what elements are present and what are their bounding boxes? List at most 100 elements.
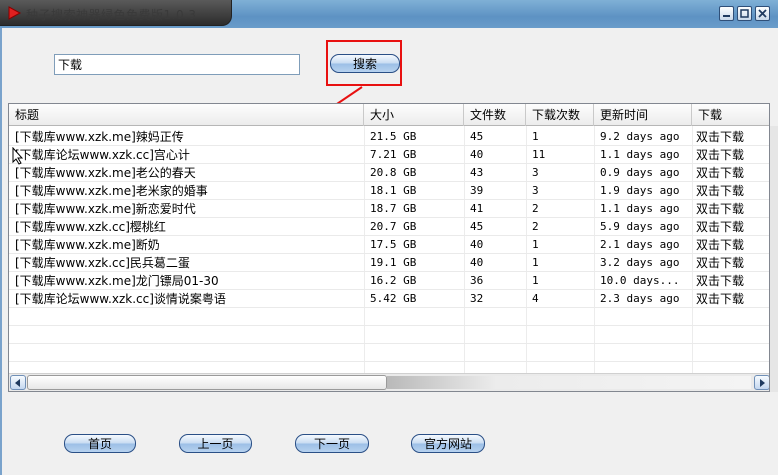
highlight-box xyxy=(326,40,402,86)
cell-updated: 0.9 days ago xyxy=(600,166,680,179)
cell-size: 18.1 GB xyxy=(370,184,417,197)
cell-updated: 10.0 days... xyxy=(600,274,680,287)
column-header-files[interactable]: 文件数 xyxy=(464,104,526,126)
cell-title: [下载库www.xzk.me]老米家的婚事 xyxy=(15,184,208,198)
cell-download-action[interactable]: 双击下载 xyxy=(692,182,769,200)
cell-download-action[interactable]: 双击下载 xyxy=(692,218,769,236)
cell-size: 17.5 GB xyxy=(370,238,417,251)
table-row[interactable]: [下载库www.xzk.me]老公的春天 20.8 GB 43 3 0.9 da… xyxy=(9,164,769,182)
cell-files: 43 xyxy=(470,166,484,179)
table-row[interactable]: [下载库www.xzk.me]龙门镖局01-30 16.2 GB 36 1 10… xyxy=(9,272,769,290)
scroll-thumb[interactable] xyxy=(27,375,387,390)
column-header-download[interactable]: 下载 xyxy=(692,104,769,126)
next-page-label: 下一页 xyxy=(313,437,350,451)
cell-downloads: 4 xyxy=(532,292,539,305)
prev-page-button[interactable]: 上一页 xyxy=(179,434,252,453)
cell-files: 40 xyxy=(470,148,484,161)
cell-updated: 1.9 days ago xyxy=(600,184,680,197)
minimize-button[interactable] xyxy=(719,6,734,21)
cell-downloads: 2 xyxy=(532,220,539,233)
cell-title: [下载库论坛www.xzk.cc]宫心计 xyxy=(15,148,190,162)
table-row[interactable]: [下载库www.xzk.me]新恋爱时代 18.7 GB 41 2 1.1 da… xyxy=(9,200,769,218)
cell-updated: 5.9 days ago xyxy=(600,220,680,233)
cell-files: 39 xyxy=(470,184,484,197)
official-site-label: 官方网站 xyxy=(423,437,472,451)
first-page-label: 首页 xyxy=(87,437,112,451)
cell-download-action[interactable]: 双击下载 xyxy=(692,164,769,182)
table-row[interactable]: [下载库www.xzk.me]老米家的婚事 18.1 GB 39 3 1.9 d… xyxy=(9,182,769,200)
column-header-size[interactable]: 大小 xyxy=(364,104,464,126)
title-bar: 种子搜索神器绿色免费版1.0.3 xyxy=(0,0,778,28)
column-header-downloads[interactable]: 下载次数 xyxy=(526,104,594,126)
cell-updated: 9.2 days ago xyxy=(600,130,680,143)
official-site-button[interactable]: 官方网站 xyxy=(411,434,485,453)
table-row[interactable]: [下载库论坛www.xzk.cc]谈情说案粤语 5.42 GB 32 4 2.3… xyxy=(9,290,769,308)
scroll-right-button[interactable] xyxy=(754,375,769,390)
scroll-left-button[interactable] xyxy=(10,375,26,390)
cell-downloads: 2 xyxy=(532,202,539,215)
close-button[interactable] xyxy=(755,6,770,21)
search-input[interactable] xyxy=(54,54,300,75)
maximize-button[interactable] xyxy=(737,6,752,21)
cell-downloads: 1 xyxy=(532,130,539,143)
column-header-title[interactable]: 标题 xyxy=(9,104,364,126)
cell-downloads: 3 xyxy=(532,166,539,179)
cell-title: [下载库www.xzk.cc]樱桃红 xyxy=(15,220,166,234)
table-row[interactable]: [下载库论坛www.xzk.cc]宫心计 7.21 GB 40 11 1.1 d… xyxy=(9,146,769,164)
table-row[interactable]: [下载库www.xzk.cc]民兵葛二蛋 19.1 GB 40 1 3.2 da… xyxy=(9,254,769,272)
cell-updated: 3.2 days ago xyxy=(600,256,680,269)
table-header: 标题 大小 文件数 下载次数 更新时间 下载 xyxy=(9,104,769,126)
horizontal-scrollbar[interactable] xyxy=(9,373,769,391)
empty-row xyxy=(9,308,769,326)
vertical-scrollbar[interactable] xyxy=(770,126,778,392)
column-header-updated[interactable]: 更新时间 xyxy=(594,104,692,126)
cell-updated: 2.1 days ago xyxy=(600,238,680,251)
cell-size: 21.5 GB xyxy=(370,130,417,143)
cell-files: 40 xyxy=(470,256,484,269)
cell-size: 16.2 GB xyxy=(370,274,417,287)
cell-size: 19.1 GB xyxy=(370,256,417,269)
cell-title: [下载库www.xzk.cc]民兵葛二蛋 xyxy=(15,256,190,270)
cell-download-action[interactable]: 双击下载 xyxy=(692,200,769,218)
cell-downloads: 3 xyxy=(532,184,539,197)
cell-download-action[interactable]: 双击下载 xyxy=(692,128,769,146)
cell-files: 32 xyxy=(470,292,484,305)
cell-title: [下载库www.xzk.me]老公的春天 xyxy=(15,166,196,180)
cell-downloads: 1 xyxy=(532,274,539,287)
prev-page-label: 上一页 xyxy=(197,437,234,451)
title-pill: 种子搜索神器绿色免费版1.0.3 xyxy=(0,0,232,26)
cell-download-action[interactable]: 双击下载 xyxy=(692,290,769,308)
mouse-cursor-icon xyxy=(12,147,24,165)
cell-downloads: 1 xyxy=(532,256,539,269)
first-page-button[interactable]: 首页 xyxy=(64,434,136,453)
cell-download-action[interactable]: 双击下载 xyxy=(692,146,769,164)
window-title: 种子搜索神器绿色免费版1.0.3 xyxy=(26,8,197,22)
cell-download-action[interactable]: 双击下载 xyxy=(692,272,769,290)
cell-files: 36 xyxy=(470,274,484,287)
cell-downloads: 1 xyxy=(532,238,539,251)
cell-download-action[interactable]: 双击下载 xyxy=(692,254,769,272)
cell-size: 5.42 GB xyxy=(370,292,417,305)
cell-title: [下载库www.xzk.me]龙门镖局01-30 xyxy=(15,274,219,288)
arrow-left-icon xyxy=(15,378,20,387)
results-table: 标题 大小 文件数 下载次数 更新时间 下载 [下载库www.xzk.me]辣妈… xyxy=(8,103,770,392)
scroll-track[interactable] xyxy=(387,376,751,389)
empty-row xyxy=(9,326,769,344)
next-page-button[interactable]: 下一页 xyxy=(295,434,369,453)
table-row[interactable]: [下载库www.xzk.me]断奶 17.5 GB 40 1 2.1 days … xyxy=(9,236,769,254)
table-row[interactable]: [下载库www.xzk.cc]樱桃红 20.7 GB 45 2 5.9 days… xyxy=(9,218,769,236)
cell-download-action[interactable]: 双击下载 xyxy=(692,236,769,254)
minimize-icon xyxy=(723,15,730,17)
cell-files: 45 xyxy=(470,220,484,233)
cell-title: [下载库论坛www.xzk.cc]谈情说案粤语 xyxy=(15,292,226,306)
window-controls xyxy=(719,6,770,21)
table-row[interactable]: [下载库www.xzk.me]辣妈正传 21.5 GB 45 1 9.2 day… xyxy=(9,128,769,146)
cell-size: 18.7 GB xyxy=(370,202,417,215)
cell-size: 20.7 GB xyxy=(370,220,417,233)
cell-updated: 1.1 days ago xyxy=(600,148,680,161)
cell-updated: 1.1 days ago xyxy=(600,202,680,215)
cell-downloads: 11 xyxy=(532,148,546,161)
cell-size: 7.21 GB xyxy=(370,148,417,161)
cell-title: [下载库www.xzk.me]新恋爱时代 xyxy=(15,202,196,216)
cell-title: [下载库www.xzk.me]辣妈正传 xyxy=(15,130,184,144)
